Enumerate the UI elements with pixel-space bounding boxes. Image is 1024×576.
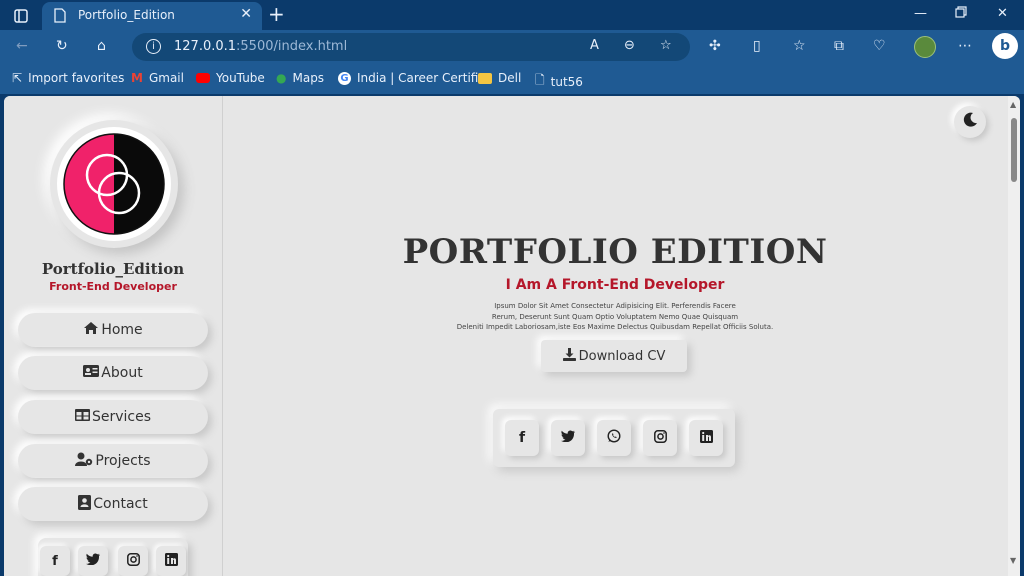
address-bar[interactable]: i 127.0.0.1:5500/index.html A ⊖ ☆ [132,33,690,61]
id-card-icon [83,365,100,381]
twitter-icon [86,553,100,569]
site-info-icon[interactable]: i [146,39,161,54]
new-tab-icon[interactable]: + [268,4,285,24]
bookmark-dell[interactable]: Dell [478,71,521,85]
nav-contact[interactable]: Contact [18,487,208,521]
import-icon: ⇱ [12,71,23,85]
twitter-link[interactable] [551,420,585,456]
profile-name: Portfolio_Edition [41,260,185,278]
profile-avatar-frame [50,120,178,248]
extensions-icon[interactable]: ✣ [709,38,721,54]
tab-title: Portfolio_Edition [78,8,175,22]
profile-role: Front-End Developer [49,280,177,293]
whatsapp-icon [607,429,621,447]
linkedin-link[interactable] [156,546,186,576]
instagram-icon [653,429,667,447]
home-browser-icon[interactable]: ⌂ [97,38,106,54]
scroll-down-icon[interactable]: ▼ [1010,556,1016,565]
facebook-icon: f [52,553,58,569]
bookmark-gmail[interactable]: M Gmail [131,71,184,85]
folder-icon [478,72,492,84]
twitter-link[interactable] [78,546,108,576]
zoom-icon[interactable]: ⊖ [624,38,635,53]
home-icon [83,321,99,339]
linkedin-link[interactable] [689,420,723,456]
logo-avatar [57,127,171,241]
scroll-thumb[interactable] [1011,118,1017,182]
instagram-link[interactable] [118,546,148,576]
page-scrollbar[interactable]: ▲ ▼ [1008,96,1020,576]
gmail-icon: M [131,71,143,85]
facebook-icon: f [518,430,526,446]
favorite-star-icon[interactable]: ☆ [660,38,672,53]
sidebar-social-links: f [38,538,188,576]
bookmark-import-favorites[interactable]: ⇱ Import favorites [12,71,124,85]
download-icon [562,347,576,365]
bookmarks-bar: ⇱ Import favorites M Gmail YouTube ● Maps G… [0,64,1024,94]
close-tab-icon[interactable]: ✕ [240,6,252,22]
table-icon [74,409,90,425]
scroll-up-icon[interactable]: ▲ [1010,100,1016,109]
maps-pin-icon: ● [276,71,287,85]
hero-social-links: f [493,409,735,467]
read-aloud-icon[interactable]: A [590,38,599,53]
facebook-link[interactable]: f [505,420,539,456]
page-viewport: Portfolio_Edition Front-End Developer Ho… [4,96,1020,576]
refresh-icon[interactable]: ↻ [56,38,68,54]
nav-projects[interactable]: Projects [18,444,208,478]
browser-tab[interactable]: Portfolio_Edition ✕ [42,2,262,30]
bookmark-india-career[interactable]: G India | Career Certifi... [338,71,490,85]
nav-home[interactable]: Home [18,313,208,347]
youtube-icon [196,73,210,83]
whatsapp-link[interactable] [597,420,631,456]
favorites-icon[interactable]: ☆ [793,38,806,54]
linkedin-icon [164,552,178,570]
bookmark-tut56[interactable]: 🗋 tut56 [535,71,583,92]
main-section: PORTFOLIO EDITION I Am A Front-End Devel… [222,96,1008,576]
user-gear-icon [75,452,93,470]
split-screen-icon[interactable]: ▯ [753,38,761,54]
tab-actions-icon[interactable] [14,8,28,27]
back-icon[interactable]: ← [16,38,28,54]
bookmark-youtube[interactable]: YouTube [196,71,265,85]
hero-description: Ipsum Dolor Sit Amet Consectetur Adipisi… [456,302,774,331]
copilot-icon[interactable]: b [992,33,1018,59]
more-icon[interactable]: ⋯ [958,38,972,54]
facebook-link[interactable]: f [40,546,70,576]
nav-about[interactable]: About [18,356,208,390]
minimize-icon[interactable]: — [914,6,927,21]
linkedin-icon [699,429,713,447]
download-cv-button[interactable]: Download CV [541,340,687,372]
browser-tab-bar: Portfolio_Edition ✕ + — ✕ [0,0,1024,30]
hero-title: PORTFOLIO EDITION [402,232,828,272]
bookmark-maps[interactable]: ● Maps [276,71,324,85]
theme-toggle-button[interactable] [954,106,986,138]
moon-icon [962,112,978,132]
browser-nav-bar: ← ↻ ⌂ i 127.0.0.1:5500/index.html A ⊖ ☆ … [0,30,1024,64]
logo-graphic [63,133,165,235]
nav-services[interactable]: Services [18,400,208,434]
twitter-icon [561,430,575,446]
profile-avatar[interactable] [914,36,936,58]
page-icon: 🗋 [535,73,545,87]
close-window-icon[interactable]: ✕ [997,6,1008,21]
collections-icon[interactable]: ⧉ [834,38,844,54]
page-icon [54,8,66,27]
sidebar: Portfolio_Edition Front-End Developer Ho… [4,96,223,576]
instagram-link[interactable] [643,420,677,456]
hero-subtitle: I Am A Front-End Developer [505,277,725,293]
restore-icon[interactable] [955,6,967,22]
google-icon: G [338,71,351,85]
browser-essentials-icon[interactable]: ♡ [873,38,886,54]
instagram-icon [126,552,140,570]
url-text: 127.0.0.1:5500/index.html [174,39,348,54]
contact-icon [78,494,92,514]
